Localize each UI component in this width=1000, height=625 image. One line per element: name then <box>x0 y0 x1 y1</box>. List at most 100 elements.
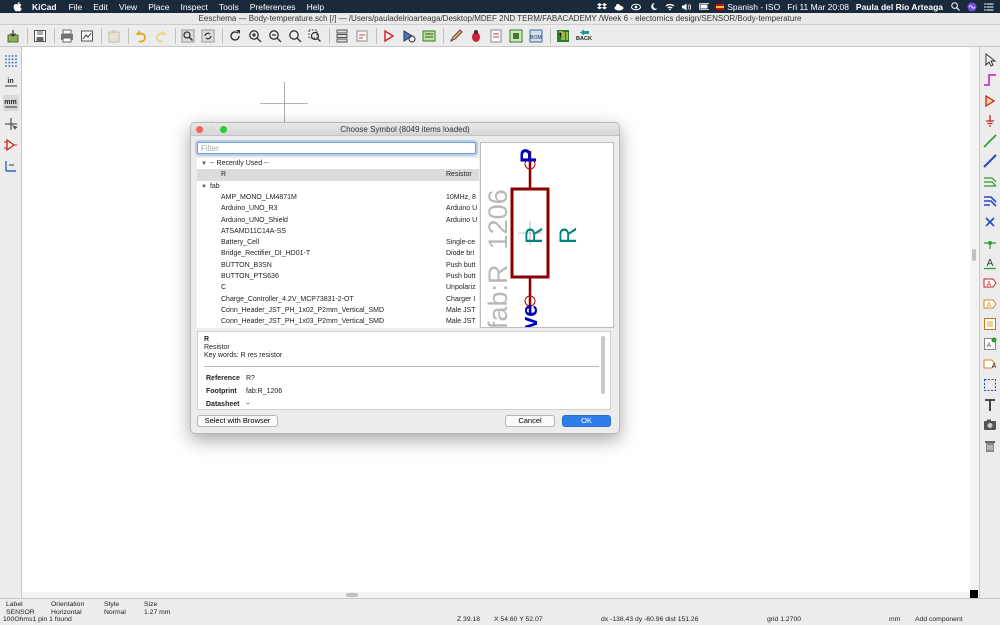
symbol-editor-icon[interactable] <box>381 28 397 44</box>
battery-icon[interactable] <box>699 2 710 11</box>
cursor-shape-icon[interactable] <box>3 116 19 132</box>
find-icon[interactable] <box>180 28 196 44</box>
units-mm-button[interactable]: mm <box>2 95 19 111</box>
back-button[interactable]: BACK <box>575 28 593 44</box>
siri-icon[interactable] <box>967 2 977 11</box>
add-junction-icon[interactable] <box>982 235 998 251</box>
add-bus-icon[interactable] <box>982 153 998 169</box>
add-bus-entry-icon[interactable] <box>982 194 998 210</box>
undo-icon[interactable] <box>133 28 149 44</box>
menu-inspect[interactable]: Inspect <box>180 2 207 12</box>
list-item[interactable]: Battery_Cell Single-ce <box>197 237 479 248</box>
menu-preferences[interactable]: Preferences <box>250 2 296 12</box>
pcbnew-icon[interactable] <box>555 28 571 44</box>
dropbox-icon[interactable] <box>597 2 608 11</box>
list-item[interactable]: Conn_Header_JST_PH_1x03_P2mm_Vertical_SM… <box>197 316 479 327</box>
spotlight-search-icon[interactable] <box>950 2 960 11</box>
close-window-icon[interactable] <box>196 126 203 133</box>
units-inch-button[interactable]: in <box>3 74 19 90</box>
details-scrollbar[interactable] <box>601 336 605 394</box>
assign-footprints-icon[interactable] <box>508 28 524 44</box>
input-source[interactable]: Spanish - ISO <box>716 2 780 12</box>
select-arrow-icon[interactable] <box>982 52 998 68</box>
cancel-button[interactable]: Cancel <box>505 415 555 427</box>
add-label-icon[interactable]: A <box>982 255 998 271</box>
refresh-icon[interactable] <box>227 28 243 44</box>
tree-group-fab[interactable]: ▼ fab <box>197 181 479 192</box>
add-graphic-lines-icon[interactable] <box>982 377 998 393</box>
paste-icon[interactable] <box>106 28 122 44</box>
leave-sheet-icon[interactable] <box>354 28 370 44</box>
list-item[interactable]: Arduino_UNO_R3 Arduino U <box>197 203 479 214</box>
add-wire-icon[interactable] <box>982 133 998 149</box>
vertical-scrollbar[interactable] <box>970 47 979 592</box>
menubar-clock[interactable]: Fri 11 Mar 20:08 <box>787 2 849 12</box>
ok-button[interactable]: OK <box>562 415 611 427</box>
symbol-tree-list[interactable]: ▼ -- Recently Used -- R Resistor ▼ fab AMP… <box>197 158 479 328</box>
tree-group-recently-used[interactable]: ▼ -- Recently Used -- <box>197 158 479 169</box>
zoom-fit-icon[interactable] <box>287 28 303 44</box>
menu-help[interactable]: Help <box>307 2 324 12</box>
save-icon[interactable] <box>32 28 48 44</box>
grid-toggle-icon[interactable] <box>3 53 19 69</box>
zoom-in-icon[interactable] <box>247 28 263 44</box>
list-item[interactable]: Charge_Controller_4.2V_MCP73831-2-OT Char… <box>197 294 479 305</box>
cloud-icon[interactable] <box>614 2 624 11</box>
import-sheet-pin-icon[interactable]: A <box>982 336 998 352</box>
menu-edit[interactable]: Edit <box>93 2 108 12</box>
highlight-net-icon[interactable] <box>982 72 998 88</box>
apple-icon[interactable] <box>12 1 22 12</box>
menu-tools[interactable]: Tools <box>219 2 239 12</box>
add-hierarchical-sheet-icon[interactable] <box>982 316 998 332</box>
bus-wire-angle-icon[interactable] <box>3 158 19 174</box>
add-symbol-icon[interactable] <box>982 93 998 109</box>
delete-icon[interactable] <box>982 438 998 454</box>
app-menu[interactable]: KiCad <box>32 2 57 12</box>
volume-icon[interactable] <box>682 2 692 11</box>
bom-icon[interactable]: BOM <box>528 28 544 44</box>
menubar-user[interactable]: Paula del Río Arteaga <box>856 2 943 12</box>
list-item[interactable]: Conn_Header_JST_PH_1x02_P2mm_Vertical_SM… <box>197 305 479 316</box>
new-schematic-icon[interactable] <box>5 28 21 44</box>
select-with-browser-button[interactable]: Select with Browser <box>197 415 278 427</box>
horizontal-scroll-thumb[interactable] <box>346 593 358 597</box>
add-sheet-pin-icon[interactable]: A <box>982 356 998 372</box>
list-item[interactable]: ATSAMD11C14A-SS <box>197 226 479 237</box>
wifi-icon[interactable] <box>665 2 675 11</box>
vertical-scroll-thumb[interactable] <box>972 249 976 261</box>
eye-icon[interactable] <box>631 2 642 11</box>
add-wire-entry-icon[interactable] <box>982 174 998 190</box>
symbol-browser-icon[interactable] <box>401 28 417 44</box>
zoom-selection-icon[interactable] <box>307 28 323 44</box>
annotate-icon[interactable] <box>421 28 437 44</box>
list-item[interactable]: AMP_MONO_LM4871M 10MHz, 8 <box>197 192 479 203</box>
hidden-pins-icon[interactable] <box>3 137 19 153</box>
redo-icon[interactable] <box>153 28 169 44</box>
list-item[interactable]: BUTTON_PTS636 Push butt <box>197 271 479 282</box>
list-item[interactable]: R Resistor <box>197 169 479 181</box>
collapse-triangle-icon[interactable]: ▼ <box>201 161 207 167</box>
menu-file[interactable]: File <box>69 2 83 12</box>
erc-icon[interactable] <box>468 28 484 44</box>
hierarchy-navigator-icon[interactable] <box>334 28 350 44</box>
menu-view[interactable]: View <box>119 2 137 12</box>
add-global-label-icon[interactable]: A <box>982 275 998 291</box>
netlist-icon[interactable] <box>488 28 504 44</box>
zoom-window-icon[interactable] <box>220 126 227 133</box>
zoom-out-icon[interactable] <box>267 28 283 44</box>
collapse-triangle-icon[interactable]: ▼ <box>201 184 207 190</box>
menu-place[interactable]: Place <box>148 2 169 12</box>
filter-input[interactable] <box>197 142 476 154</box>
minimize-window-icon[interactable] <box>208 126 215 133</box>
no-connect-icon[interactable] <box>982 214 998 230</box>
print-icon[interactable] <box>59 28 75 44</box>
add-power-icon[interactable] <box>982 113 998 129</box>
add-hierarchical-label-icon[interactable]: A <box>982 296 998 312</box>
notification-center-icon[interactable] <box>984 2 994 11</box>
list-item[interactable]: C Unpolariz <box>197 282 479 293</box>
find-replace-icon[interactable] <box>200 28 216 44</box>
list-item[interactable]: BUTTON_B3SN Push butt <box>197 260 479 271</box>
add-image-icon[interactable] <box>982 417 998 433</box>
list-item[interactable]: Bridge_Rectifier_DI_HD01-T Diode bri <box>197 248 479 259</box>
plot-icon[interactable] <box>79 28 95 44</box>
